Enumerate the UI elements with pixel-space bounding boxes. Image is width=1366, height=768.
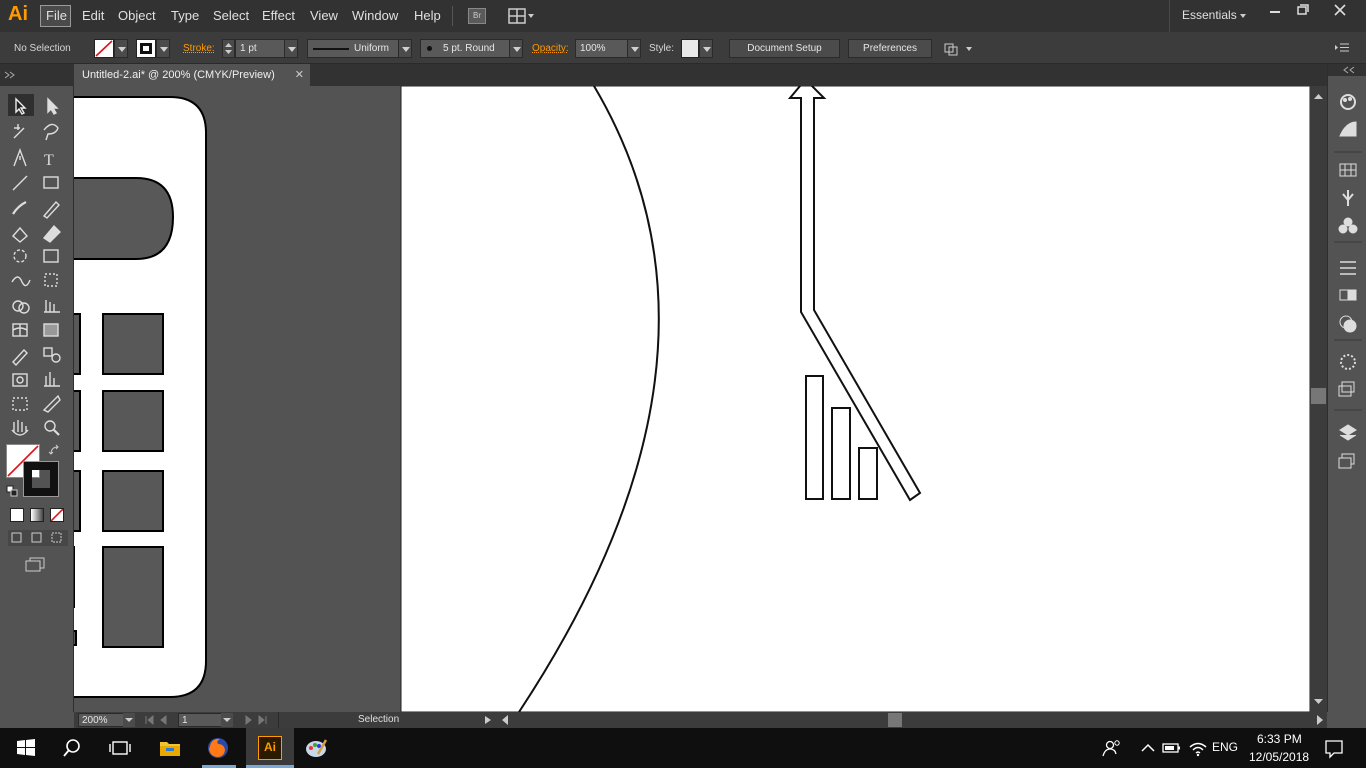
menu-type[interactable]: Type — [171, 8, 199, 23]
taskbar: Ai ENG 6:33 PM 12/05/2018 — [0, 728, 1366, 768]
artwork — [74, 86, 1310, 712]
svg-text:T: T — [44, 152, 54, 169]
panel-dock — [1327, 64, 1366, 712]
zoom-dropdown[interactable] — [123, 713, 135, 727]
close-window-button[interactable] — [1318, 0, 1362, 20]
document-tab[interactable]: Untitled-2.ai* @ 200% (CMYK/Preview) ✕ — [74, 64, 310, 86]
document-tab-title: Untitled-2.ai* @ 200% (CMYK/Preview) — [82, 69, 275, 81]
chevron-up-icon[interactable] — [1136, 736, 1160, 760]
menu-file[interactable]: File — [40, 5, 71, 27]
restore-button[interactable] — [1290, 0, 1316, 20]
language-indicator[interactable]: ENG — [1212, 740, 1238, 754]
chevron-down-icon[interactable] — [1240, 14, 1246, 18]
artboard-field[interactable]: 1 — [178, 713, 222, 727]
menu-object[interactable]: Object — [118, 8, 156, 23]
stroke-color-box[interactable] — [23, 461, 59, 497]
profile-label: Uniform — [354, 43, 390, 54]
document-setup-button[interactable]: Document Setup — [729, 39, 840, 58]
stroke-weight-dropdown[interactable] — [284, 39, 298, 58]
stroke-stepper[interactable] — [222, 39, 235, 58]
style-dropdown[interactable] — [699, 39, 713, 58]
brush-definition[interactable]: 5 pt. Round — [420, 39, 510, 58]
artboard-nav-prev[interactable] — [142, 714, 174, 726]
profile-line — [313, 48, 349, 50]
canvas[interactable] — [74, 86, 1310, 712]
tools-panel: T — [0, 64, 74, 712]
fill-swatch[interactable] — [94, 39, 114, 58]
status-menu-arrow[interactable] — [482, 714, 494, 726]
document-tabs: Untitled-2.ai* @ 200% (CMYK/Preview) ✕ — [74, 64, 1327, 86]
clock-date[interactable]: 12/05/2018 — [1249, 750, 1309, 764]
selection-status: No Selection — [14, 43, 71, 54]
brush-label: 5 pt. Round — [443, 43, 495, 54]
artboard — [400, 86, 1310, 712]
menu-edit[interactable]: Edit — [82, 8, 104, 23]
artboard-dropdown[interactable] — [221, 713, 233, 727]
battery-icon[interactable] — [1160, 736, 1184, 760]
vertical-scrollbar[interactable] — [1310, 86, 1327, 712]
bridge-button[interactable]: Br — [468, 8, 486, 24]
menu-bar: Ai File Edit Object Type Select Effect V… — [0, 0, 1366, 32]
opacity-dropdown[interactable] — [627, 39, 641, 58]
status-bar: 200% 1 Selection — [74, 712, 1327, 728]
workspace-switcher[interactable]: Essentials — [1182, 8, 1237, 22]
menu-help[interactable]: Help — [414, 8, 441, 23]
horizontal-scrollbar[interactable] — [498, 712, 1327, 728]
dock-header — [1328, 64, 1366, 76]
gradient-mode-button[interactable] — [30, 508, 44, 522]
stroke-weight-field[interactable]: 1 pt — [235, 39, 285, 58]
paint-app-icon[interactable] — [304, 736, 328, 760]
tools-panel-header — [0, 64, 74, 86]
menu-window[interactable]: Window — [352, 8, 398, 23]
close-icon[interactable]: ✕ — [295, 68, 304, 81]
illustrator-app-icon: Ai — [258, 736, 282, 760]
screen-mode-icon[interactable] — [24, 556, 46, 572]
opacity-field[interactable]: 100% — [575, 39, 628, 58]
clock-time[interactable]: 6:33 PM — [1257, 732, 1302, 746]
stroke-swatch[interactable] — [136, 39, 156, 58]
profile-dropdown[interactable] — [398, 39, 412, 58]
none-mode-button[interactable] — [50, 508, 64, 522]
zoom-field[interactable]: 200% — [78, 713, 124, 727]
menu-effect[interactable]: Effect — [262, 8, 295, 23]
color-mode-button[interactable] — [10, 508, 24, 522]
stroke-swatch-dropdown[interactable] — [156, 39, 170, 58]
arrange-icon[interactable] — [942, 42, 974, 56]
draw-modes[interactable] — [8, 530, 68, 546]
menu-view[interactable]: View — [310, 8, 338, 23]
arrange-documents-icon[interactable] — [508, 8, 536, 24]
control-bar: No Selection Stroke: 1 pt Uniform 5 pt. … — [0, 32, 1366, 64]
preferences-button[interactable]: Preferences — [848, 39, 932, 58]
fill-dropdown[interactable] — [114, 39, 128, 58]
graphic-style-swatch[interactable] — [681, 39, 699, 58]
windows-start-icon[interactable] — [14, 736, 38, 760]
calculator-shape — [74, 96, 207, 698]
task-view-icon[interactable] — [108, 736, 132, 760]
artboard-nav-next[interactable] — [238, 714, 270, 726]
workspace-divider — [1169, 0, 1170, 32]
dock-icons — [1334, 94, 1362, 469]
current-tool-status[interactable]: Selection — [358, 714, 399, 725]
file-explorer-icon[interactable] — [158, 736, 182, 760]
default-fill-stroke-icon[interactable] — [6, 485, 18, 497]
menu-divider — [452, 6, 453, 26]
search-icon[interactable] — [60, 736, 84, 760]
brush-dropdown[interactable] — [509, 39, 523, 58]
action-center-icon[interactable] — [1322, 736, 1346, 760]
people-icon[interactable] — [1100, 736, 1124, 760]
menu-select[interactable]: Select — [213, 8, 249, 23]
firefox-icon[interactable] — [206, 736, 230, 760]
style-label: Style: — [649, 43, 675, 54]
status-divider — [278, 712, 279, 728]
tool-icons: T — [8, 94, 61, 436]
panel-menu-icon[interactable] — [1334, 42, 1350, 54]
brush-dot-icon — [427, 46, 432, 51]
swap-fill-stroke-icon[interactable] — [48, 444, 62, 458]
illustrator-taskbar-button[interactable]: Ai — [246, 728, 294, 768]
app-logo: Ai — [8, 3, 28, 25]
opacity-label[interactable]: Opacity: — [532, 43, 569, 54]
stroke-label[interactable]: Stroke: — [183, 43, 215, 54]
wifi-icon[interactable] — [1186, 736, 1210, 760]
minimize-button[interactable] — [1262, 0, 1288, 20]
